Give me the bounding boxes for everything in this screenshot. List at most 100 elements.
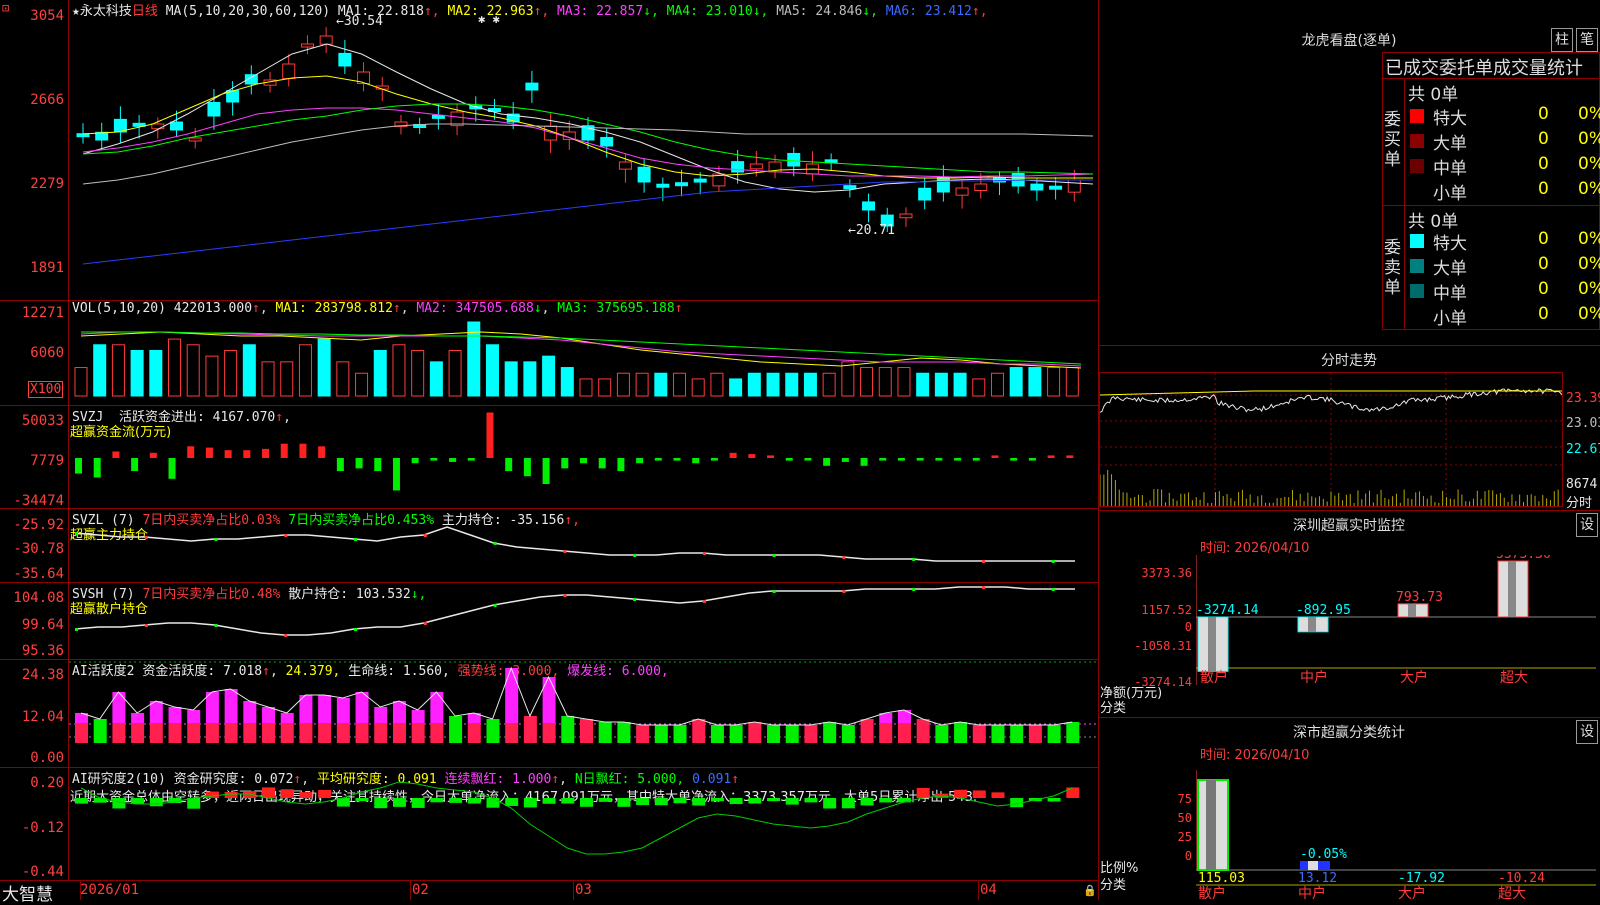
research-bar <box>1066 787 1080 798</box>
active-bar <box>935 725 949 743</box>
category-settings-button[interactable]: 设 <box>1576 720 1598 744</box>
fund-flow-bar <box>131 458 139 471</box>
event-marker-icon[interactable]: ✱ ✱ <box>478 12 500 26</box>
line-marker <box>284 534 288 537</box>
research-bar <box>149 798 163 807</box>
active-bar <box>710 725 724 743</box>
bar-mode-button[interactable]: 柱 <box>1551 28 1573 52</box>
volume-bar <box>280 361 294 397</box>
volume-chart[interactable] <box>69 316 1097 398</box>
candle <box>749 163 763 170</box>
volume-bar <box>205 355 219 397</box>
price-chart[interactable] <box>69 14 1097 299</box>
tick-mode-button[interactable]: 笔 <box>1576 28 1598 52</box>
research-bar <box>224 791 238 798</box>
active-bar-high <box>112 692 126 723</box>
fund-flow-bar <box>374 458 382 471</box>
svsh-chart[interactable] <box>69 583 1097 659</box>
monitor-settings-button[interactable]: 设 <box>1576 513 1598 537</box>
order-row-count: 0 <box>1538 254 1549 274</box>
intraday-title: 分时走势 <box>1321 353 1377 369</box>
line-marker <box>702 600 706 603</box>
fund-flow-bar <box>411 458 419 464</box>
monitor-x-title: 分类 <box>1100 701 1127 716</box>
intraday-axis-label: 22.67 <box>1566 442 1600 457</box>
low-price-marker: ←20.71 <box>848 223 895 238</box>
volume-bar <box>485 344 499 397</box>
research-bar <box>916 787 930 798</box>
volume-bar <box>953 372 967 397</box>
order-color-swatch <box>1410 134 1424 148</box>
price-axis-label: 1891 <box>30 260 64 276</box>
research-bar <box>692 798 706 806</box>
sz-monitor-chart[interactable]: -3274.14 散户 -892.95 中户 793.73 大户 3373.36 超大 <box>1196 555 1596 685</box>
candle <box>151 123 165 130</box>
research-bar <box>804 798 818 803</box>
order-row-count: 0 <box>1538 154 1549 174</box>
fund-flow-bar <box>205 447 213 458</box>
intraday-vol-label: 8674 <box>1566 477 1598 492</box>
volume-bar <box>916 372 930 397</box>
intraday-axis-label: 23.39 <box>1566 391 1600 406</box>
volume-bar <box>1047 367 1061 397</box>
monitor-value-label: -3274.14 <box>1196 603 1259 618</box>
svzj-chart[interactable] <box>69 406 1097 508</box>
active-bar <box>449 716 463 743</box>
line-marker <box>354 628 358 631</box>
volume-unit-badge[interactable]: X100 <box>28 381 64 398</box>
order-row-pct: 0% <box>1578 229 1600 249</box>
research-bar <box>112 798 126 809</box>
fund-flow-bar <box>336 458 344 471</box>
order-row-name: 小单 <box>1433 184 1467 204</box>
fund-flow-bar <box>187 446 195 458</box>
volume-bar <box>111 344 125 397</box>
ai-active-chart[interactable] <box>69 660 1097 767</box>
candle <box>431 114 445 119</box>
line-marker <box>563 594 567 597</box>
ai-research-chart[interactable] <box>69 768 1097 880</box>
candle <box>955 187 969 196</box>
active-bar <box>1047 725 1061 743</box>
high-price-marker: ←30.54 <box>336 14 383 29</box>
category-axis-label: 0 <box>1184 849 1192 863</box>
research-bar <box>729 798 743 805</box>
order-stats-title: 已成交委托单成交量统计 <box>1385 58 1583 79</box>
intraday-vol-unit: 分时 <box>1566 496 1593 511</box>
active-bar <box>654 725 668 743</box>
monitor-axis-label: -1058.31 <box>1134 639 1192 653</box>
line-marker <box>981 560 985 563</box>
line-marker <box>772 554 776 557</box>
category-axis-label: 50 <box>1177 811 1192 825</box>
active-bar-high <box>374 707 388 723</box>
date-tick <box>410 880 411 900</box>
candle <box>693 178 707 183</box>
active-bar <box>598 722 612 743</box>
retail-holding-line <box>74 586 1075 636</box>
lock-icon[interactable]: 🔒 <box>1083 884 1097 897</box>
fund-flow-bar <box>710 458 718 461</box>
sz-category-chart[interactable]: -0.05% 115.03散户 13.12中户 -17.92大户 -10.24超大 <box>1196 770 1596 900</box>
volume-bar <box>224 349 238 397</box>
research-bar <box>580 798 593 807</box>
active-bar-low <box>505 723 519 743</box>
candle <box>637 166 651 183</box>
fund-flow-bar <box>729 452 737 458</box>
intraday-chart[interactable] <box>1100 373 1562 506</box>
line-marker <box>144 536 148 539</box>
monitor-bar-shade <box>1408 603 1416 617</box>
fund-flow-bar <box>692 458 700 464</box>
active-bar-low <box>299 723 313 743</box>
volume-bar <box>467 321 481 397</box>
fund-flow-bar <box>392 458 400 491</box>
volume-bar <box>429 361 443 397</box>
volume-bar <box>579 378 593 397</box>
research-bar <box>561 798 575 804</box>
category-category-label: 超大 <box>1498 886 1526 900</box>
fund-flow-bar <box>93 458 101 478</box>
order-row-pct: 0% <box>1578 104 1600 124</box>
svzl-chart[interactable] <box>69 509 1097 582</box>
active-bar-low <box>205 723 219 743</box>
active-bar <box>916 719 930 743</box>
line-marker <box>633 554 637 557</box>
candle <box>974 183 988 192</box>
